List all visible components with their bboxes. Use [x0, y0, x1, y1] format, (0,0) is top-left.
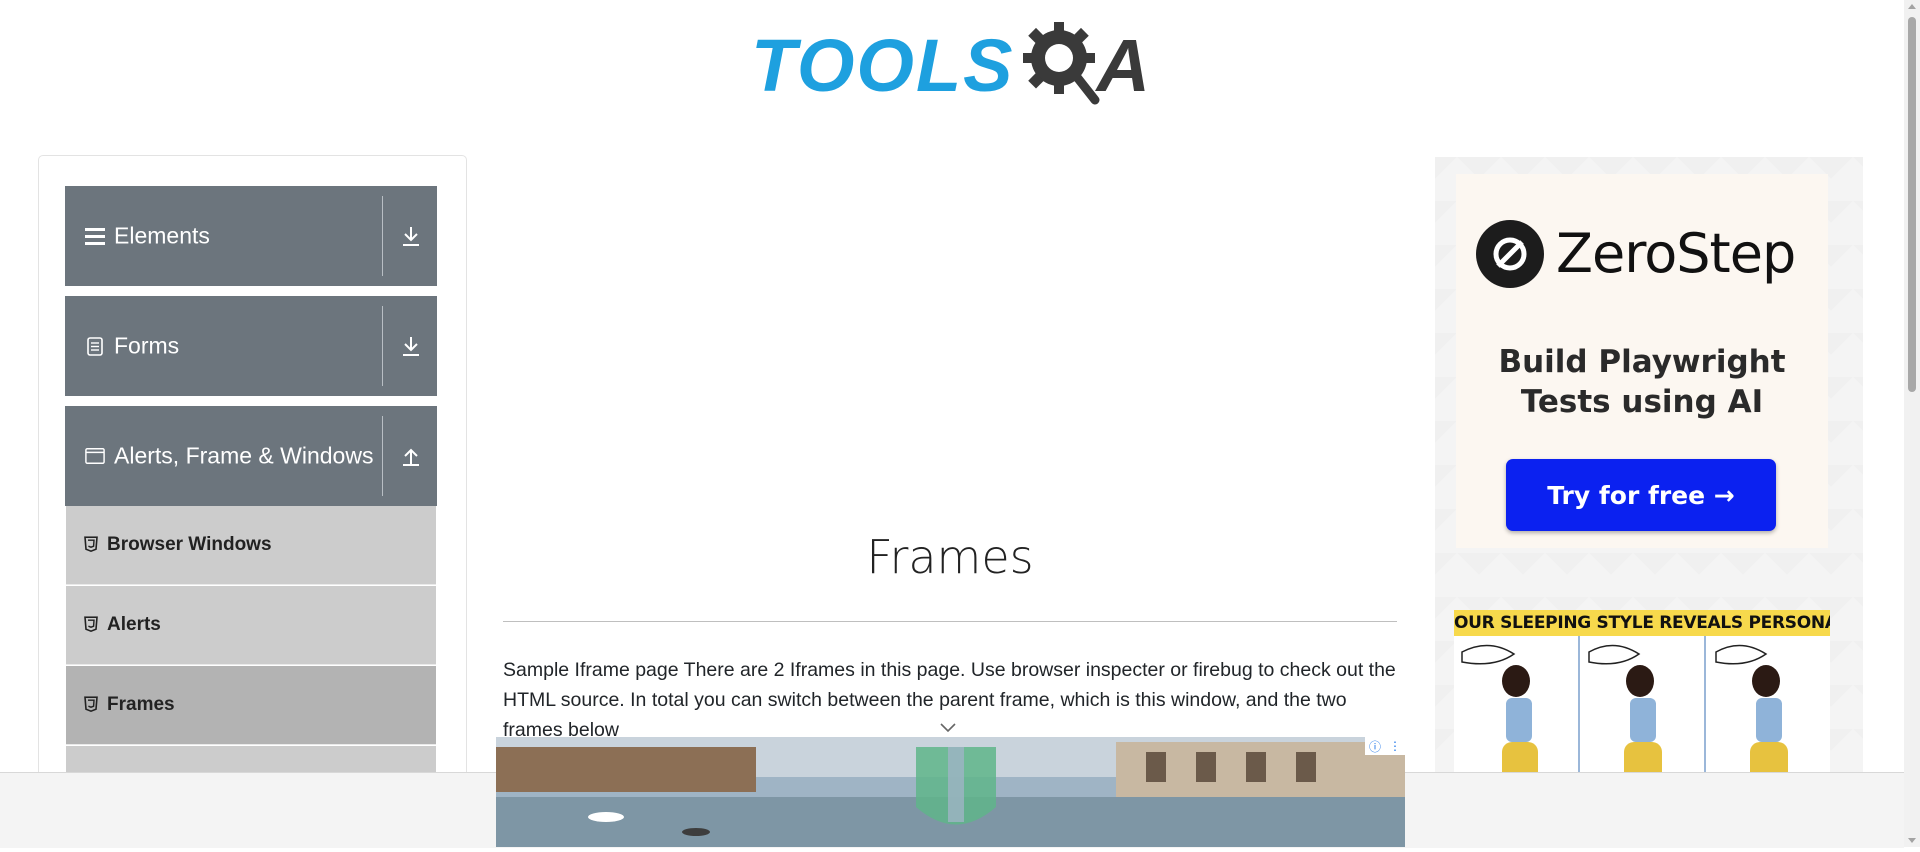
hamburger-icon — [85, 226, 105, 246]
html5-icon — [84, 696, 98, 713]
sidebar-item-browser-windows[interactable]: Browser Windows — [66, 506, 436, 585]
scroll-up-arrow-icon[interactable] — [1908, 4, 1916, 9]
chevron-down-icon[interactable] — [938, 720, 958, 736]
download-arrow-icon[interactable] — [398, 333, 424, 359]
sleeping-style-banner[interactable]: OUR SLEEPING STYLE REVEALS PERSONALIT — [1454, 610, 1830, 636]
sidebar-group-elements[interactable]: Elements — [65, 186, 437, 286]
ad-info-icon[interactable]: ⓘ — [1369, 738, 1381, 755]
zerostep-brand: ZeroStep — [1556, 222, 1796, 285]
upload-arrow-icon[interactable] — [398, 443, 424, 469]
ad-more-icon[interactable]: ⋮ — [1389, 739, 1401, 753]
try-for-free-button[interactable]: Try for free → — [1506, 459, 1776, 531]
group-separator — [382, 196, 383, 276]
toolsqa-logo[interactable]: TOOLS A — [751, 18, 1153, 114]
sidebar-item-label: Browser Windows — [107, 534, 272, 555]
title-divider — [503, 621, 1397, 622]
group-separator — [382, 416, 383, 496]
logo-text-tools: TOOLS — [751, 24, 1015, 107]
sidebar-group-label: Elements — [114, 222, 210, 249]
download-arrow-icon[interactable] — [398, 223, 424, 249]
left-sidebar: Elements Forms Alerts, Frame & Windows B… — [38, 155, 467, 848]
ad-info-controls[interactable]: ⓘ ⋮ — [1365, 737, 1405, 755]
zerostep-logo-icon — [1476, 220, 1544, 288]
sidebar-item-alerts[interactable]: Alerts — [66, 586, 436, 665]
scroll-down-arrow-icon[interactable] — [1908, 838, 1916, 843]
tagline-line-1: Build Playwright — [1498, 344, 1786, 380]
logo-text-a: A — [1096, 24, 1150, 107]
right-ad[interactable]: ZeroStep Build Playwright Tests using AI… — [1435, 157, 1863, 847]
html5-icon — [84, 616, 98, 633]
sidebar-group-label: Forms — [114, 332, 180, 359]
sidebar-group-label: Alerts, Frame & Windows — [114, 442, 374, 469]
page-title: Frames — [866, 530, 1034, 584]
document-icon — [85, 336, 105, 356]
sidebar-item-frames[interactable]: Frames — [66, 666, 436, 745]
sidebar-group-alerts-frame-windows[interactable]: Alerts, Frame & Windows — [65, 406, 437, 506]
vertical-scrollbar[interactable] — [1904, 0, 1920, 847]
tagline-line-2: Tests using AI — [1520, 384, 1764, 420]
sidebar-item-label: Alerts — [107, 614, 161, 635]
group-separator — [382, 306, 383, 386]
sidebar-item-label: Frames — [107, 694, 175, 715]
gear-magnifier-icon — [1022, 22, 1100, 105]
zerostep-tagline: Build Playwright Tests using AI — [1456, 342, 1828, 422]
scroll-thumb[interactable] — [1908, 17, 1916, 392]
zerostep-ad-card[interactable]: ZeroStep Build Playwright Tests using AI… — [1456, 174, 1828, 548]
html5-icon — [84, 536, 98, 553]
bottom-ad-image[interactable] — [496, 737, 1405, 847]
sidebar-group-forms[interactable]: Forms — [65, 296, 437, 396]
window-icon — [85, 446, 105, 466]
